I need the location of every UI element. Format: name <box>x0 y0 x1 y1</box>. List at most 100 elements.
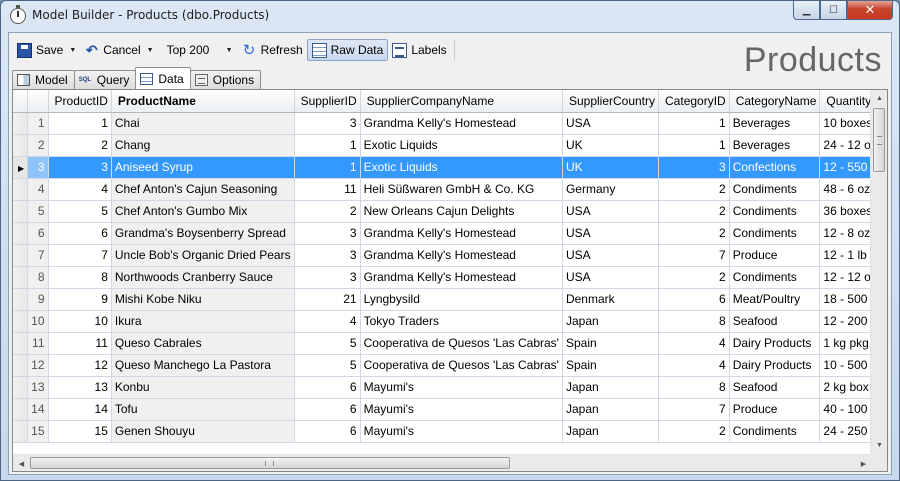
cell-categoryname[interactable]: Seafood <box>729 310 821 333</box>
cell-suppliercompanyname[interactable]: New Orleans Cajun Delights <box>360 200 563 223</box>
cell-suppliercountry[interactable]: Germany <box>562 178 660 201</box>
cell-productname[interactable]: Chef Anton's Cajun Seasoning <box>111 178 295 201</box>
cell-suppliercompanyname[interactable]: Cooperativa de Quesos 'Las Cabras' <box>360 354 563 377</box>
cell-productid[interactable]: 4 <box>48 178 112 201</box>
cell-productid[interactable]: 7 <box>48 244 112 267</box>
cell-categoryname[interactable]: Condiments <box>729 178 821 201</box>
cell-productname[interactable]: Konbu <box>111 376 295 399</box>
cell-productid[interactable]: 14 <box>48 398 112 421</box>
cell-supplierid[interactable]: 3 <box>294 244 361 267</box>
row-header-cell[interactable]: ▶ <box>13 156 29 179</box>
table-row[interactable]: 11 11 Queso Cabrales 5 Cooperativa de Quesos… <box>13 332 887 355</box>
cell-productid[interactable]: 8 <box>48 266 112 289</box>
cell-productid[interactable]: 5 <box>48 200 112 223</box>
tab-options[interactable]: Options <box>189 70 262 89</box>
cell-categoryname[interactable]: Condiments <box>729 420 821 443</box>
cell-categoryid[interactable]: 2 <box>658 420 730 443</box>
cell-categoryid[interactable]: 2 <box>658 266 730 289</box>
cell-categoryid[interactable]: 4 <box>658 354 730 377</box>
cell-suppliercompanyname[interactable]: Grandma Kelly's Homestead <box>360 244 563 267</box>
cell-suppliercompanyname[interactable]: Tokyo Traders <box>360 310 563 333</box>
column-header-categoryname[interactable]: CategoryName <box>729 90 821 113</box>
cell-supplierid[interactable]: 5 <box>294 354 361 377</box>
cell-suppliercompanyname[interactable]: Mayumi's <box>360 398 563 421</box>
row-header-cell[interactable] <box>13 288 29 311</box>
row-header-cell[interactable] <box>13 200 29 223</box>
cell-categoryid[interactable]: 1 <box>658 112 730 135</box>
column-header-productid[interactable]: ProductID <box>48 90 112 113</box>
cell-categoryname[interactable]: Confections <box>729 156 821 179</box>
cell-productname[interactable]: Uncle Bob's Organic Dried Pears <box>111 244 295 267</box>
cell-suppliercompanyname[interactable]: Lyngbysild <box>360 288 563 311</box>
cell-suppliercompanyname[interactable]: Cooperativa de Quesos 'Las Cabras' <box>360 332 563 355</box>
table-row[interactable]: 1 1 Chai 3 Grandma Kelly's Homestead USA 1 Beve… <box>13 112 887 135</box>
tab-data[interactable]: Data <box>135 67 191 89</box>
cell-suppliercountry[interactable]: UK <box>562 156 660 179</box>
cell-categoryname[interactable]: Beverages <box>729 112 821 135</box>
table-row[interactable]: 9 9 Mishi Kobe Niku 21 Lyngbysild Denmark 6 Mea… <box>13 288 887 311</box>
cell-supplierid[interactable]: 1 <box>294 134 361 157</box>
cell-productname[interactable]: Chef Anton's Gumbo Mix <box>111 200 295 223</box>
labels-button[interactable]: Labels <box>388 39 450 61</box>
cell-productid[interactable]: 13 <box>48 376 112 399</box>
horizontal-scrollbar[interactable]: ◀ ▶ <box>13 454 872 471</box>
refresh-button[interactable]: ↻ Refresh <box>238 39 307 61</box>
tab-query[interactable]: SQL Query <box>73 70 137 89</box>
cell-productname[interactable]: Ikura <box>111 310 295 333</box>
cell-suppliercountry[interactable]: Japan <box>562 376 660 399</box>
row-header-cell[interactable] <box>13 310 29 333</box>
table-row[interactable]: 8 8 Northwoods Cranberry Sauce 3 Grandma Kel… <box>13 266 887 289</box>
data-grid[interactable]: ProductID ProductName SupplierID Supplie… <box>12 89 888 472</box>
cell-categoryid[interactable]: 3 <box>658 156 730 179</box>
cell-supplierid[interactable]: 21 <box>294 288 361 311</box>
cell-supplierid[interactable]: 3 <box>294 112 361 135</box>
table-row[interactable]: 6 6 Grandma's Boysenberry Spread 3 Grandma K… <box>13 222 887 245</box>
minimize-button[interactable]: ▁ <box>793 1 820 20</box>
column-header-suppliercountry[interactable]: SupplierCountry <box>562 90 660 113</box>
cell-categoryid[interactable]: 4 <box>658 332 730 355</box>
cell-suppliercompanyname[interactable]: Mayumi's <box>360 376 563 399</box>
cell-categoryid[interactable]: 2 <box>658 200 730 223</box>
cell-productid[interactable]: 9 <box>48 288 112 311</box>
cell-productname[interactable]: Chang <box>111 134 295 157</box>
cell-suppliercountry[interactable]: USA <box>562 200 660 223</box>
top-rows-select[interactable]: Top 200 ▼ <box>162 40 238 60</box>
column-header-suppliercompanyname[interactable]: SupplierCompanyName <box>360 90 563 113</box>
cell-categoryid[interactable]: 2 <box>658 178 730 201</box>
cell-productname[interactable]: Mishi Kobe Niku <box>111 288 295 311</box>
cell-supplierid[interactable]: 5 <box>294 332 361 355</box>
row-header-cell[interactable] <box>13 376 29 399</box>
cell-suppliercompanyname[interactable]: Mayumi's <box>360 420 563 443</box>
cell-supplierid[interactable]: 6 <box>294 398 361 421</box>
cell-productid[interactable]: 2 <box>48 134 112 157</box>
cancel-dropdown-arrow-icon[interactable]: ▼ <box>147 47 154 54</box>
cell-categoryid[interactable]: 2 <box>658 222 730 245</box>
cell-productname[interactable]: Grandma's Boysenberry Spread <box>111 222 295 245</box>
tab-model[interactable]: Model <box>12 70 75 89</box>
cell-suppliercompanyname[interactable]: Exotic Liquids <box>360 134 563 157</box>
cell-productname[interactable]: Genen Shouyu <box>111 420 295 443</box>
table-row[interactable]: 12 12 Queso Manchego La Pastora 5 Cooperativ… <box>13 354 887 377</box>
cell-supplierid[interactable]: 2 <box>294 200 361 223</box>
cell-suppliercountry[interactable]: UK <box>562 134 660 157</box>
cell-categoryname[interactable]: Condiments <box>729 266 821 289</box>
cell-suppliercompanyname[interactable]: Exotic Liquids <box>360 156 563 179</box>
row-header-cell[interactable] <box>13 112 29 135</box>
cell-supplierid[interactable]: 1 <box>294 156 361 179</box>
vertical-scroll-thumb[interactable] <box>873 108 885 172</box>
cell-supplierid[interactable]: 6 <box>294 376 361 399</box>
save-button[interactable]: Save ▼ <box>13 39 80 61</box>
cell-suppliercountry[interactable]: USA <box>562 112 660 135</box>
cell-supplierid[interactable]: 11 <box>294 178 361 201</box>
cell-categoryid[interactable]: 7 <box>658 244 730 267</box>
cell-productname[interactable]: Tofu <box>111 398 295 421</box>
cell-supplierid[interactable]: 3 <box>294 266 361 289</box>
cell-categoryname[interactable]: Beverages <box>729 134 821 157</box>
cell-suppliercountry[interactable]: USA <box>562 244 660 267</box>
cell-productid[interactable]: 10 <box>48 310 112 333</box>
cell-supplierid[interactable]: 4 <box>294 310 361 333</box>
table-row[interactable]: 1414Tofu6Mayumi'sJapan7Produce40 - 100 g… <box>13 398 887 421</box>
cell-productname[interactable]: Queso Manchego La Pastora <box>111 354 295 377</box>
row-header-cell[interactable] <box>13 244 29 267</box>
cell-supplierid[interactable]: 3 <box>294 222 361 245</box>
